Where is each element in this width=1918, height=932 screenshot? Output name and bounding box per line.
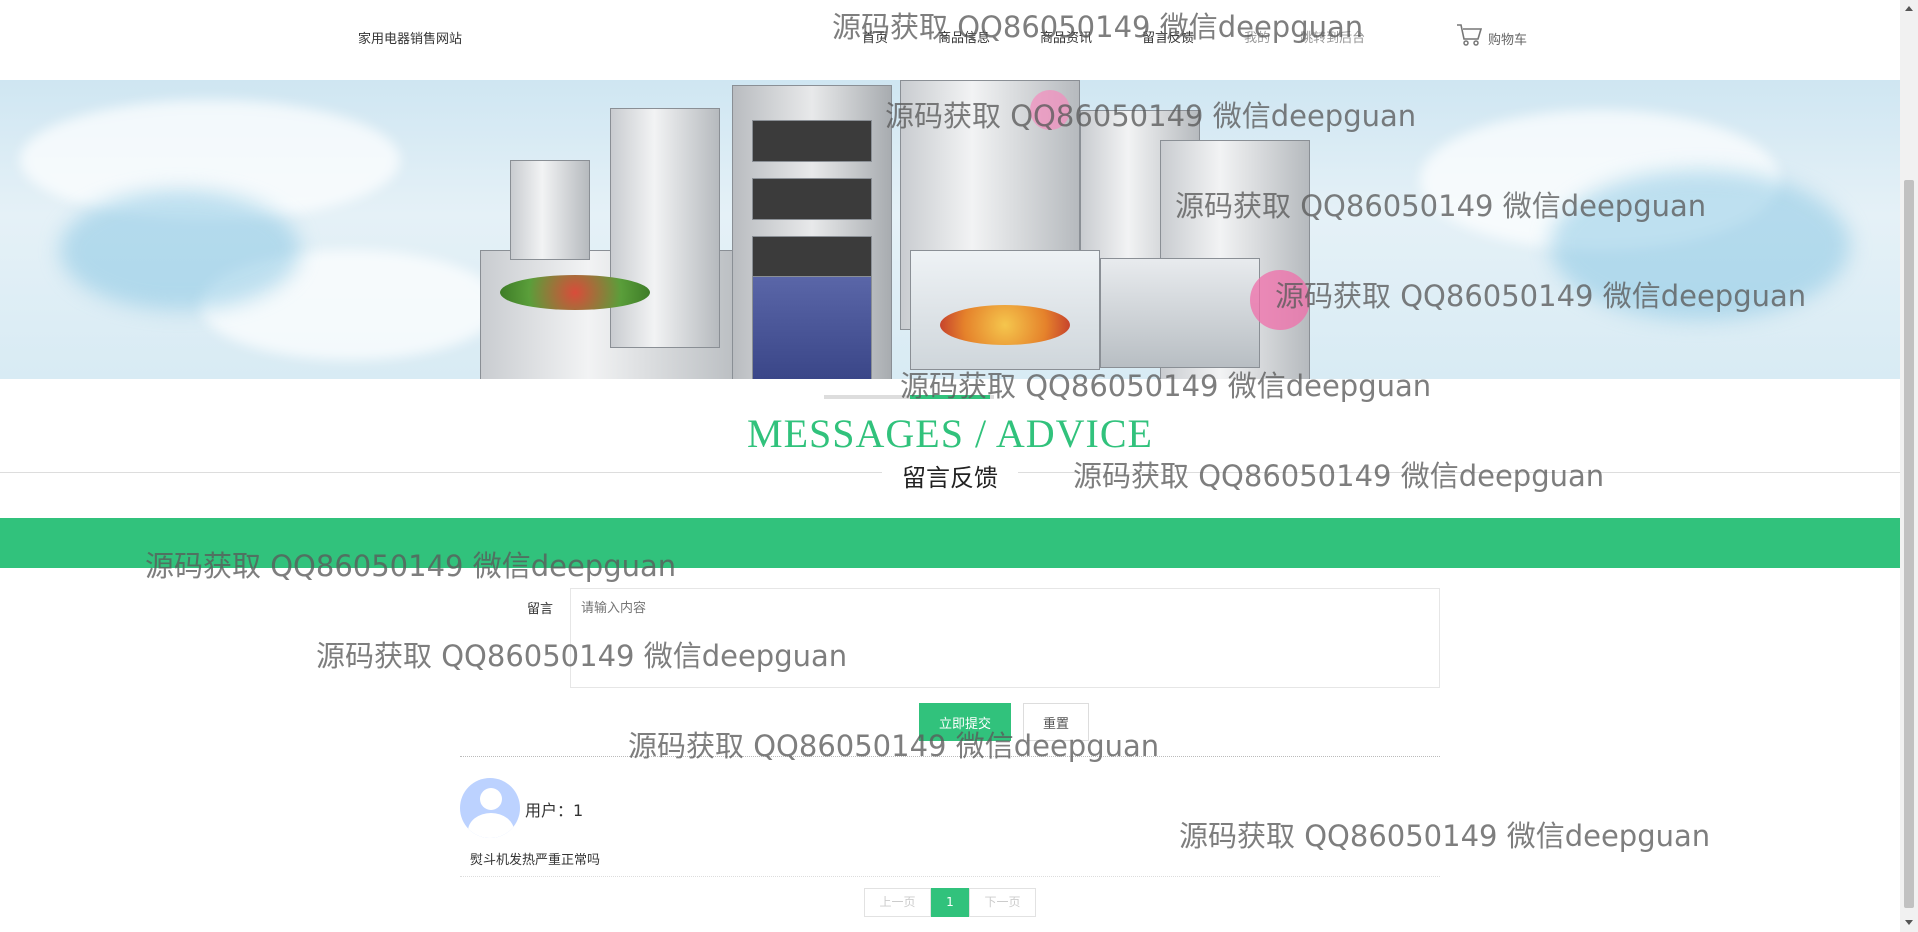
shopping-cart-icon xyxy=(1457,24,1483,46)
scrollbar-thumb[interactable] xyxy=(1904,180,1914,908)
green-divider-bar xyxy=(0,518,1900,568)
cart-link[interactable]: 购物车 xyxy=(1456,22,1527,48)
main-nav: 首页 商品信息 商品资讯 留言反馈 我的 跳转到后台 xyxy=(862,27,1415,46)
section-title-en: MESSAGES / ADVICE xyxy=(747,411,1153,456)
cart-label: 购物车 xyxy=(1488,33,1528,48)
message-content: 熨斗机发热严重正常吗 xyxy=(470,853,601,868)
scroll-up-icon[interactable] xyxy=(1905,6,1913,11)
nav-admin[interactable]: 跳转到后台 xyxy=(1300,27,1365,46)
message-input[interactable] xyxy=(570,588,1440,688)
pagination: 上一页 1 下一页 xyxy=(864,888,1036,917)
nav-news[interactable]: 商品资讯 xyxy=(1040,27,1092,46)
hero-banner xyxy=(0,80,1900,379)
page-scrollbar[interactable] xyxy=(1900,0,1918,932)
nav-my[interactable]: 我的 xyxy=(1244,27,1270,46)
submit-button[interactable]: 立即提交 xyxy=(919,703,1011,741)
reset-button[interactable]: 重置 xyxy=(1023,703,1089,741)
appliance-image xyxy=(470,80,1370,379)
avatar xyxy=(460,778,520,838)
form-divider xyxy=(460,756,1440,757)
message-user: 用户：1 xyxy=(525,801,584,820)
current-page-button[interactable]: 1 xyxy=(931,888,969,917)
site-header: 家用电器销售网站 首页 商品信息 商品资讯 留言反馈 我的 跳转到后台 购物车 xyxy=(0,0,1900,80)
prev-page-button[interactable]: 上一页 xyxy=(864,888,931,917)
message-divider xyxy=(460,876,1440,877)
scroll-down-icon[interactable] xyxy=(1905,920,1913,925)
watermark: 源码获取 QQ86050149 微信deepguan xyxy=(1179,819,1711,853)
nav-messages[interactable]: 留言反馈 xyxy=(1142,27,1194,46)
site-name: 家用电器销售网站 xyxy=(358,32,463,47)
next-page-button[interactable]: 下一页 xyxy=(969,888,1036,917)
nav-products[interactable]: 商品信息 xyxy=(938,27,990,46)
section-title-cn: 留言反馈 xyxy=(882,464,1018,492)
message-label: 留言 xyxy=(527,602,554,617)
nav-home[interactable]: 首页 xyxy=(862,27,888,46)
banner-indicator[interactable] xyxy=(824,395,994,399)
